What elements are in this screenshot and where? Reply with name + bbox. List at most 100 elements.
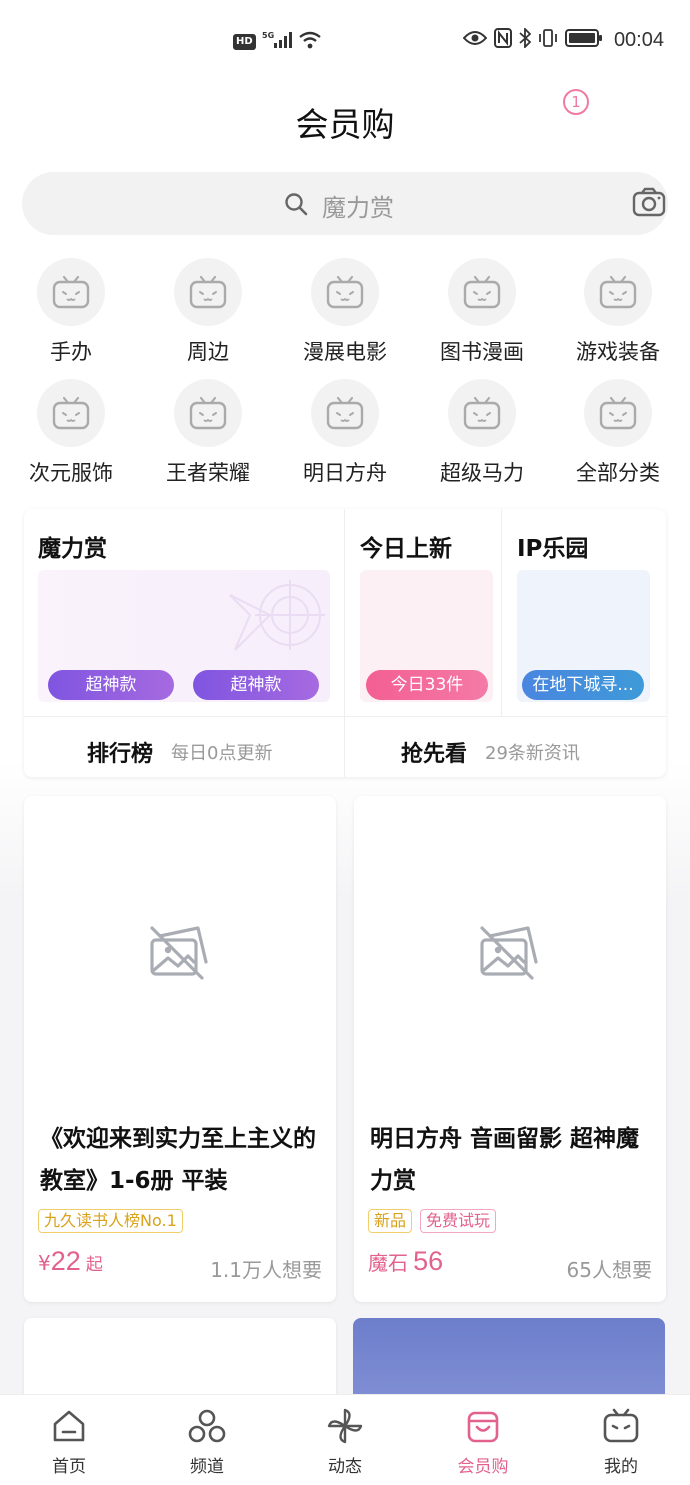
nav-home[interactable]: 首页 — [0, 1407, 138, 1477]
search-placeholder: 魔力赏 — [322, 194, 394, 222]
category-tv-icon — [37, 379, 105, 447]
ip-pill[interactable]: 在地下城寻... — [522, 670, 644, 700]
product-card[interactable]: 明日方舟 音画留影 超神魔力赏 新品 免费试玩 魔石 56 65人想要 — [354, 796, 666, 1302]
bottom-nav: 首页 频道 动态 会员购 我的 — [0, 1394, 690, 1485]
nav-label: 动态 — [328, 1457, 362, 1477]
category-tv-icon — [448, 379, 516, 447]
moli-pill-1[interactable]: 超神款 — [48, 670, 174, 700]
channel-icon — [138, 1407, 276, 1445]
product-tag: 九久读书人榜No.1 — [38, 1209, 183, 1233]
image-placeholder-icon — [148, 922, 212, 984]
battery-icon — [564, 28, 603, 52]
home-icon — [0, 1407, 138, 1445]
nav-mine[interactable]: 我的 — [552, 1407, 690, 1477]
category-item[interactable]: 周边 — [139, 258, 277, 366]
category-item[interactable]: 次元服饰 — [2, 379, 140, 487]
today-title: 今日上新 — [360, 536, 452, 562]
image-placeholder-icon — [478, 922, 542, 984]
star-emblem-icon — [229, 580, 325, 651]
divider — [24, 716, 666, 717]
price-prefix: ¥ — [38, 1251, 51, 1275]
want-count: 65人想要 — [566, 1258, 652, 1282]
product-card[interactable]: 《欢迎来到实力至上主义的教室》1-6册 平装 九久读书人榜No.1 ¥22 起 … — [24, 796, 336, 1302]
category-label: 超级马力 — [440, 461, 524, 485]
price-value: 22 — [50, 1246, 81, 1276]
bluetooth-icon — [519, 26, 532, 52]
nfc-icon — [493, 28, 512, 52]
want-count: 1.1万人想要 — [210, 1258, 322, 1282]
hd-badge: HD — [233, 34, 256, 50]
today-section[interactable]: 今日上新 今日33件 — [345, 509, 501, 716]
tv-icon — [552, 1407, 690, 1445]
network-type: 5G — [262, 31, 274, 40]
category-label: 漫展电影 — [303, 340, 387, 364]
category-tv-icon — [174, 379, 242, 447]
category-tv-icon — [584, 258, 652, 326]
category-tv-icon — [448, 258, 516, 326]
promo-card: 魔力赏 超神款 超神款 今日上新 今日33件 IP乐园 在地下城寻... 排行榜… — [24, 509, 666, 777]
shopping-bag-icon — [414, 1407, 552, 1445]
search-bar[interactable]: 魔力赏 — [22, 172, 668, 235]
ranking-label: 排行榜 — [87, 742, 154, 767]
category-label: 明日方舟 — [303, 461, 387, 485]
today-pill[interactable]: 今日33件 — [366, 670, 488, 700]
category-label: 周边 — [187, 340, 229, 364]
wifi-icon — [298, 30, 322, 54]
nav-member-shop[interactable]: 会员购 — [414, 1407, 552, 1477]
category-item[interactable]: 手办 — [2, 258, 140, 366]
moli-section[interactable]: 魔力赏 超神款 超神款 — [24, 509, 344, 716]
pinwheel-icon — [276, 1407, 414, 1445]
product-tag: 免费试玩 — [420, 1209, 497, 1233]
eye-icon — [462, 30, 488, 50]
notification-badge[interactable]: 1 — [563, 89, 589, 115]
preview-sub: 29条新资讯 — [485, 743, 580, 764]
product-title: 明日方舟 音画留影 超神魔力赏 — [370, 1126, 640, 1194]
camera-icon[interactable] — [632, 187, 666, 221]
category-tv-icon — [311, 258, 379, 326]
category-label: 王者荣耀 — [166, 461, 250, 485]
clock: 00:04 — [613, 28, 664, 51]
ip-title: IP乐园 — [517, 536, 589, 562]
category-tv-icon — [584, 379, 652, 447]
category-tv-icon — [37, 258, 105, 326]
status-bar: HD 5G 00:04 — [0, 0, 690, 84]
preview-label: 抢先看 — [401, 742, 468, 767]
price-prefix: 魔石 — [368, 1251, 408, 1275]
category-item[interactable]: 游戏装备 — [549, 258, 687, 366]
category-label: 手办 — [50, 340, 92, 364]
ranking-sub: 每日0点更新 — [171, 743, 273, 764]
product-price: ¥22 起 — [38, 1246, 103, 1277]
category-item[interactable]: 王者荣耀 — [139, 379, 277, 487]
price-suffix: 起 — [85, 1255, 103, 1275]
category-label: 游戏装备 — [576, 340, 660, 364]
category-item[interactable]: 图书漫画 — [413, 258, 551, 366]
nav-channel[interactable]: 频道 — [138, 1407, 276, 1477]
category-item[interactable]: 全部分类 — [549, 379, 687, 487]
nav-label: 首页 — [52, 1457, 86, 1477]
nav-label: 我的 — [604, 1457, 638, 1477]
category-item[interactable]: 漫展电影 — [276, 258, 414, 366]
signal-icon: 5G — [262, 30, 292, 54]
status-right: 00:04 — [462, 26, 664, 52]
moli-title: 魔力赏 — [38, 536, 107, 562]
product-tag: 新品 — [368, 1209, 413, 1233]
category-item[interactable]: 超级马力 — [413, 379, 551, 487]
category-label: 全部分类 — [576, 461, 660, 485]
moli-pill-2[interactable]: 超神款 — [193, 670, 319, 700]
product-price: 魔石 56 — [368, 1246, 443, 1277]
product-tags: 新品 免费试玩 — [368, 1209, 497, 1233]
nav-dynamic[interactable]: 动态 — [276, 1407, 414, 1477]
price-value: 56 — [413, 1246, 444, 1276]
product-tags: 九久读书人榜No.1 — [38, 1209, 183, 1233]
category-label: 图书漫画 — [440, 340, 524, 364]
product-title: 《欢迎来到实力至上主义的教室》1-6册 平装 — [40, 1126, 316, 1194]
ip-section[interactable]: IP乐园 在地下城寻... — [502, 509, 666, 716]
category-tv-icon — [174, 258, 242, 326]
nav-label: 频道 — [190, 1457, 224, 1477]
vibrate-icon — [538, 28, 558, 52]
nav-label: 会员购 — [457, 1457, 509, 1477]
category-item[interactable]: 明日方舟 — [276, 379, 414, 487]
status-left: HD 5G — [233, 30, 322, 54]
category-label: 次元服饰 — [29, 461, 113, 485]
category-tv-icon — [311, 379, 379, 447]
